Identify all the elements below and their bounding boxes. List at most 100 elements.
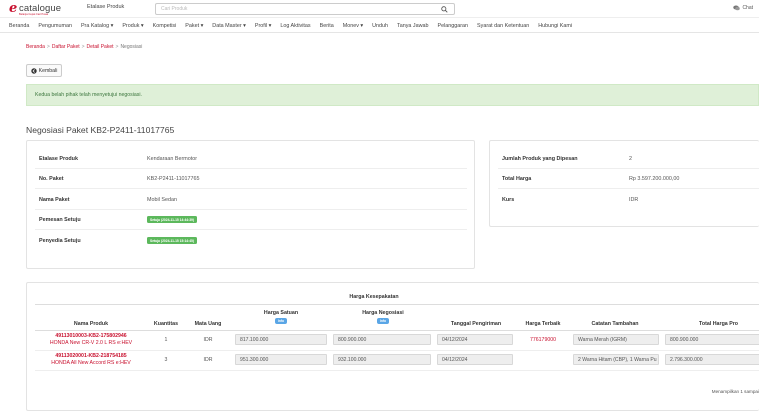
kurs-value: IDR xyxy=(629,197,639,203)
harga-satuan-field: 951.300.000 xyxy=(235,353,327,365)
breadcrumb-separator: > xyxy=(46,44,50,50)
th-kuantitas: Kuantitas xyxy=(153,320,179,327)
negotiation-table: Harga Kesepakatan Nama Produk Kuantitas … xyxy=(35,290,759,371)
breadcrumb: Beranda > Daftar Paket > Detail Paket > Negosi… xyxy=(26,44,142,50)
harga-satuan-info-button[interactable]: Info xyxy=(275,318,287,324)
nav-unduh[interactable]: Unduh xyxy=(372,23,388,29)
harga-negosiasi-field: 932.100.000 xyxy=(333,353,431,365)
row-divider xyxy=(498,188,759,189)
th-harga-satuan: Harga Satuan Info xyxy=(231,304,331,330)
th-total-harga: Total Harga Pro xyxy=(699,320,739,327)
total-harga-label: Total Harga xyxy=(502,176,532,182)
product-name-link[interactable]: HONDA New CR-V 2.0 L RS e:HEV xyxy=(35,340,147,347)
nav-berita[interactable]: Berita xyxy=(320,23,334,29)
etalase-label: Etalase Produk xyxy=(39,156,78,162)
jumlah-produk-label: Jumlah Produk yang Dipesan xyxy=(502,156,578,162)
tanggal-pengiriman-field: 04/12/2024 xyxy=(437,353,513,365)
harga-kesepakatan-header: Harga Kesepakatan xyxy=(349,293,399,300)
harga-negosiasi-info-button[interactable]: Info xyxy=(377,318,389,324)
harga-terbaik-link[interactable]: 776179000 xyxy=(530,337,556,343)
nav-pengumuman[interactable]: Pengumuman xyxy=(38,23,72,29)
nav-pelanggaran[interactable]: Pelanggaran xyxy=(437,23,468,29)
cell-mata-uang: IDR xyxy=(203,357,213,363)
nav-data-master[interactable]: Data Master ▾ xyxy=(212,23,246,29)
harga-satuan-field: 817.100.000 xyxy=(235,333,327,345)
table-row: 49113020001-KB2-218754185 HONDA All New … xyxy=(35,350,759,370)
nav-tanya-jawab[interactable]: Tanya Jawab xyxy=(397,23,428,29)
total-harga-field: 2.796.300.000 xyxy=(665,353,759,365)
total-harga-value: Rp 3.597.200.000,00 xyxy=(629,176,680,182)
nav-log-aktivitas[interactable]: Log Aktivitas xyxy=(280,23,310,29)
nav-profil[interactable]: Profil ▾ xyxy=(255,23,272,29)
nav-pra-katalog[interactable]: Pra Katalog ▾ xyxy=(81,23,113,29)
th-harga-satuan-label: Harga Satuan xyxy=(263,310,299,316)
order-summary-panel: Jumlah Produk yang Dipesan 2 Total Harga… xyxy=(489,140,759,227)
row-divider xyxy=(35,209,467,210)
th-nama-produk: Nama Produk xyxy=(73,320,109,327)
row-divider xyxy=(498,168,759,169)
pemesan-label: Pemesan Setuju xyxy=(39,217,81,223)
cell-kuantitas: 1 xyxy=(164,337,168,343)
row-divider xyxy=(35,188,467,189)
package-info-panel: Etalase Produk Kendaraan Bermotor No. Pa… xyxy=(26,140,475,269)
cell-kuantitas: 3 xyxy=(164,357,168,363)
product-code-link[interactable]: 49113010003-KB2-175802946 xyxy=(35,333,147,340)
nav-kompetisi[interactable]: Kompetisi xyxy=(153,23,177,29)
logo-tagline: Belanja Cepat Cari Pusat xyxy=(19,13,49,16)
logo-e-glyph: e xyxy=(9,1,18,16)
total-harga-field: 800.900.000 xyxy=(665,333,759,345)
th-mata-uang: Mata Uang xyxy=(194,320,222,327)
row-divider xyxy=(35,229,467,230)
th-tanggal-pengiriman: Tanggal Pengiriman xyxy=(450,320,502,327)
breadcrumb-daftar-paket[interactable]: Daftar Paket xyxy=(52,44,80,50)
breadcrumb-current: Negosiasi xyxy=(120,44,143,50)
nav-beranda[interactable]: Beranda xyxy=(9,23,29,29)
main-nav: Beranda Pengumuman Pra Katalog ▾ Produk … xyxy=(0,19,759,33)
product-name-link[interactable]: HONDA All New Accord RS e:HEV xyxy=(35,360,147,367)
breadcrumb-beranda[interactable]: Beranda xyxy=(26,44,45,50)
harga-negosiasi-field: 800.900.000 xyxy=(333,333,431,345)
th-catatan-tambahan: Catatan Tambahan xyxy=(591,320,639,327)
pagination-info: Menampilkan 1 sampai xyxy=(711,389,759,394)
penyedia-status-badge: Setuju (2024-11-15 15:14:45) xyxy=(147,237,197,244)
product-code-link[interactable]: 49113020001-KB2-218754185 xyxy=(35,353,147,360)
penyedia-label: Penyedia Setuju xyxy=(39,238,81,244)
nav-hubungi-kami[interactable]: Hubungi Kami xyxy=(538,23,572,29)
search-icon[interactable] xyxy=(441,5,448,13)
ecatalogue-logo[interactable]: e catalogue Belanja Cepat Cari Pusat xyxy=(9,1,69,16)
nama-paket-value: Mobil Sedan xyxy=(147,197,177,203)
breadcrumb-separator: > xyxy=(81,44,85,50)
th-harga-negosiasi: Harga Negosiasi Info xyxy=(331,304,435,330)
pemesan-status-badge: Setuju (2024-11-15 14:44:39) xyxy=(147,216,197,223)
chat-button[interactable]: Chat xyxy=(733,5,753,11)
nav-syarat-ketentuan[interactable]: Syarat dan Ketentuan xyxy=(477,23,529,29)
back-arrow-icon xyxy=(30,67,37,74)
success-alert: Kedua belah pihak telah menyetujui negos… xyxy=(26,84,759,106)
back-button-label: Kembali xyxy=(38,67,58,74)
nav-paket[interactable]: Paket ▾ xyxy=(185,23,203,29)
search-input[interactable] xyxy=(156,4,426,14)
breadcrumb-detail-paket[interactable]: Detail Paket xyxy=(87,44,114,50)
nav-produk[interactable]: Produk ▾ xyxy=(122,23,143,29)
chat-icon xyxy=(733,5,741,11)
chat-label: Chat xyxy=(742,5,753,11)
row-divider xyxy=(35,168,467,169)
jumlah-produk-value: 2 xyxy=(629,156,632,162)
page-title: Negosiasi Paket KB2-P2411-11017765 xyxy=(26,125,175,135)
etalase-value: Kendaraan Bermotor xyxy=(147,156,198,162)
alert-message: Kedua belah pihak telah menyetujui negos… xyxy=(35,92,142,98)
catatan-tambahan-field: 2 Warna Hitam (CBP), 1 Warna Pu xyxy=(573,353,659,365)
th-harga-negosiasi-label: Harga Negosiasi xyxy=(362,310,404,316)
etalase-produk-link[interactable]: Etalase Produk xyxy=(87,4,124,10)
cell-mata-uang: IDR xyxy=(203,337,213,343)
nav-monev[interactable]: Monev ▾ xyxy=(343,23,363,29)
kurs-label: Kurs xyxy=(502,197,515,203)
th-harga-terbaik: Harga Terbaik xyxy=(525,320,561,327)
no-paket-value: KB2-P2411-11017765 xyxy=(147,176,200,182)
back-button[interactable]: Kembali xyxy=(26,64,62,77)
catatan-tambahan-field: Warna Merah (IGRM) xyxy=(573,333,659,345)
search-box xyxy=(155,3,455,15)
top-header: e catalogue Belanja Cepat Cari Pusat Eta… xyxy=(0,0,759,18)
no-paket-label: No. Paket xyxy=(39,176,64,182)
breadcrumb-separator: > xyxy=(115,44,119,50)
